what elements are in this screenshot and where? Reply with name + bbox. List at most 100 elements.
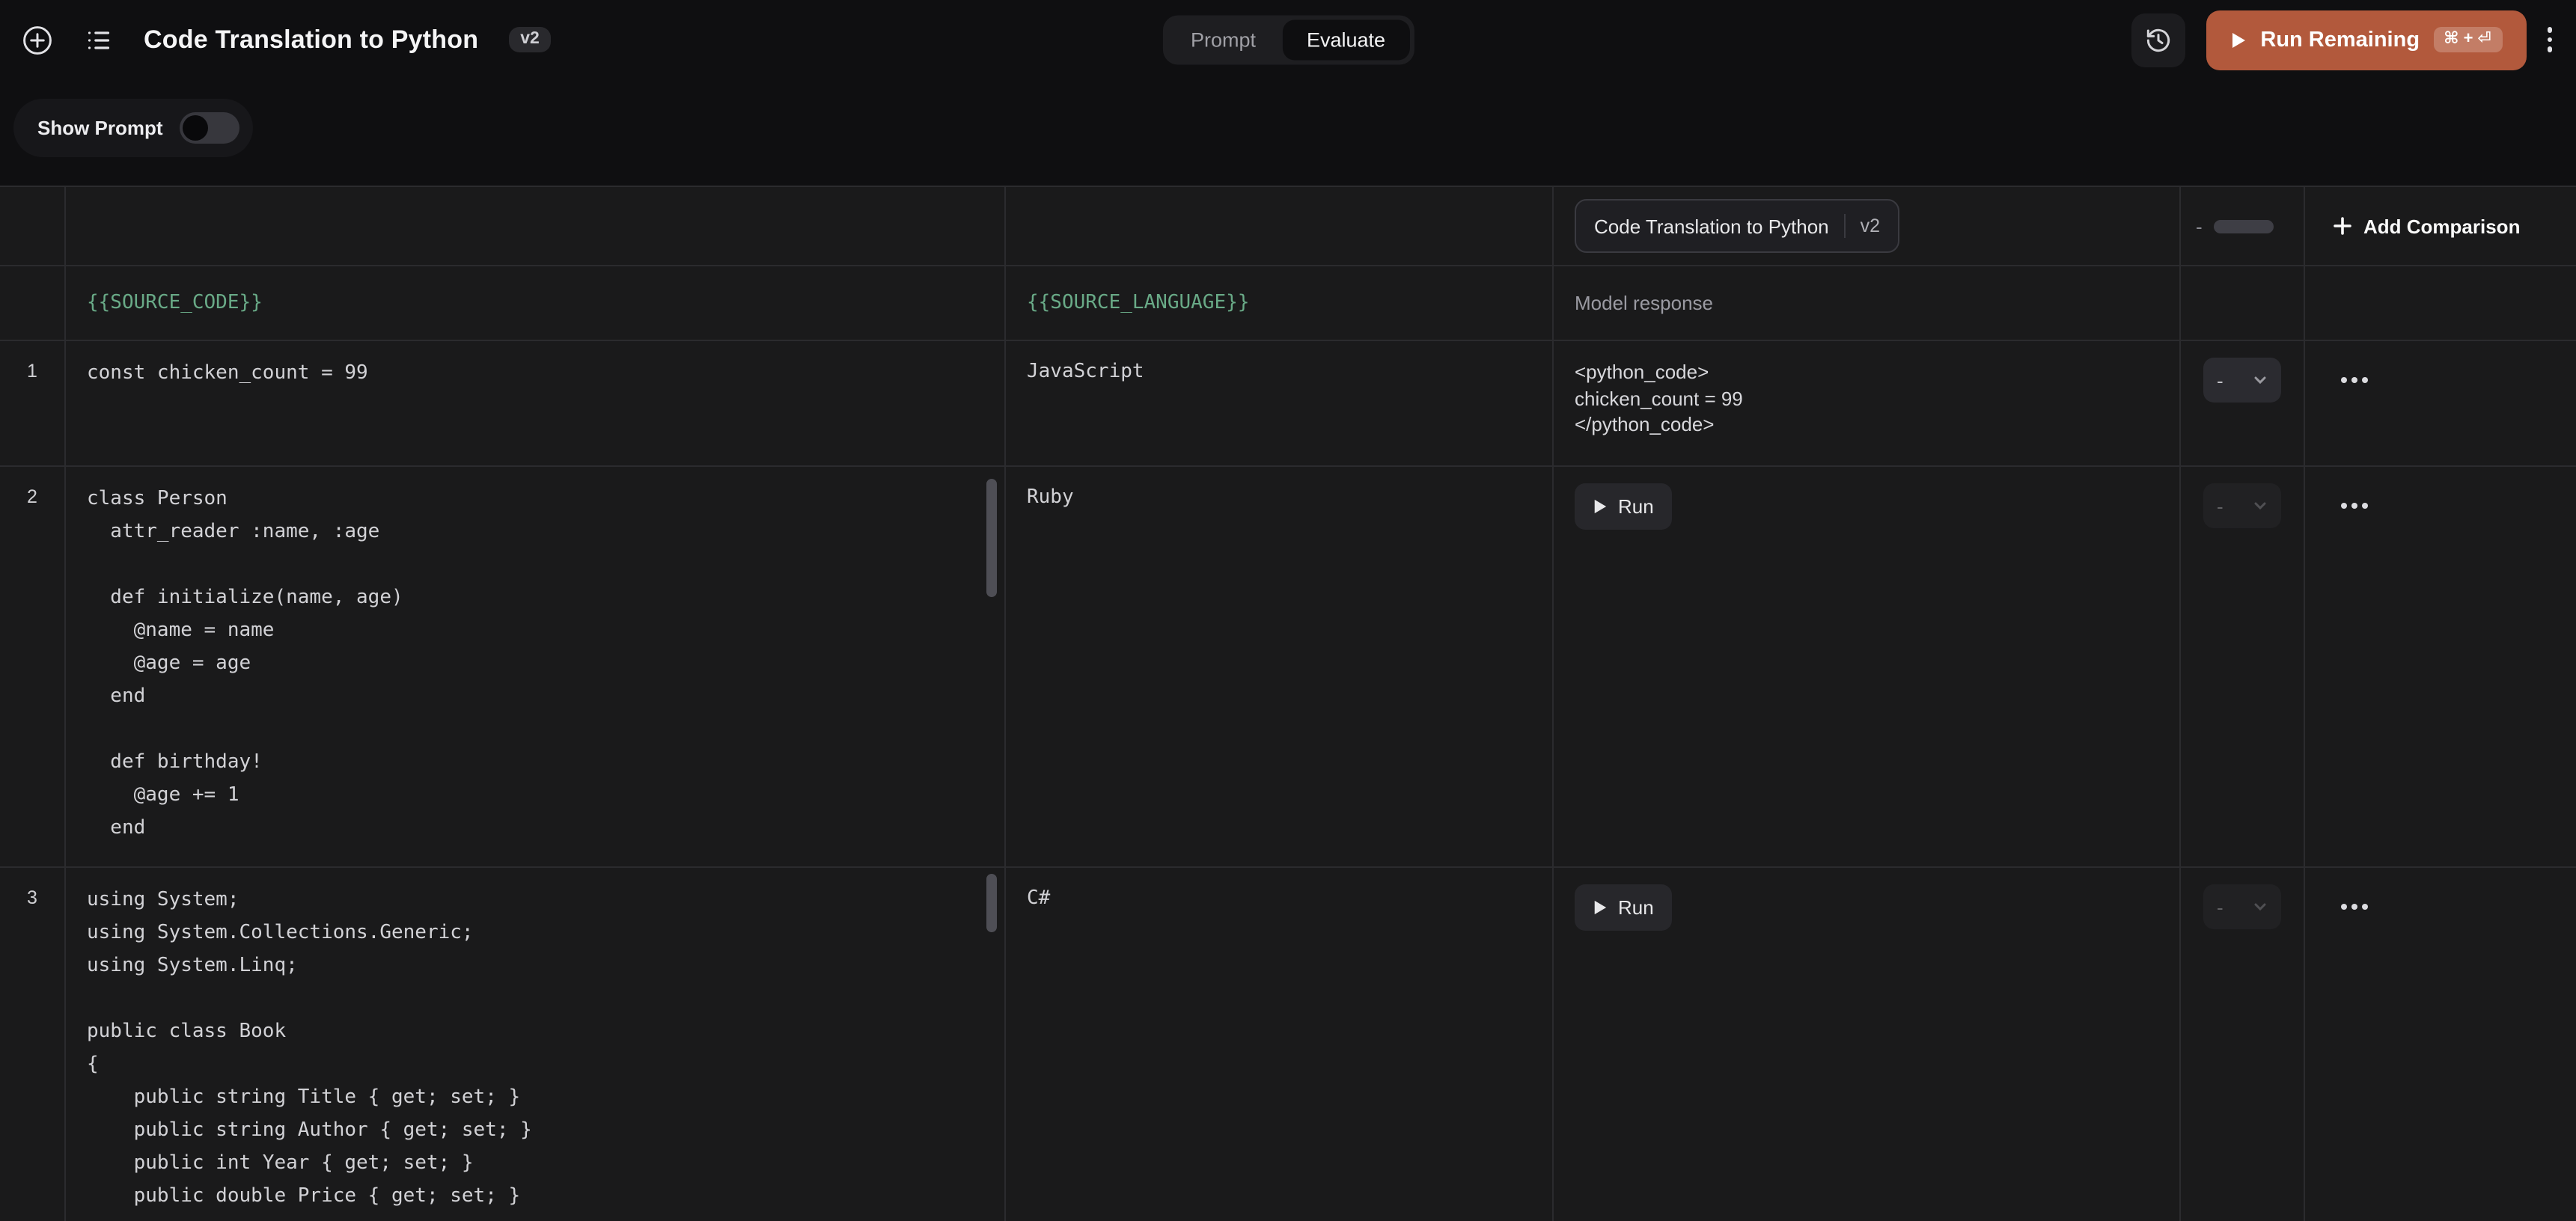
source-code-cell[interactable]: class Person attr_reader :name, :age def…	[66, 467, 1006, 866]
score-value: -	[2217, 369, 2224, 391]
empty-cell	[2305, 266, 2576, 340]
row-actions-cell	[2305, 341, 2576, 465]
model-response-cell: Run	[1554, 467, 2181, 866]
source-language-text: Ruby	[1006, 467, 1552, 530]
top-bar: Code Translation to Python v2 Prompt Eva…	[0, 0, 2576, 79]
source-code-text: const chicken_count = 99	[66, 341, 1004, 407]
chevron-down-icon	[2253, 373, 2268, 388]
run-row-label: Run	[1618, 896, 1654, 919]
play-icon	[2230, 31, 2247, 49]
selector-version: v2	[1861, 215, 1880, 236]
empty-cell	[0, 187, 66, 265]
ellipsis-icon	[2341, 904, 2368, 910]
row-number: 1	[0, 341, 66, 465]
add-comparison-cell: Add Comparison	[2305, 187, 2576, 265]
row-actions-cell	[2305, 868, 2576, 1221]
source-code-text: using System; using System.Collections.G…	[66, 868, 1004, 1221]
prompt-selector-cell: Code Translation to Python v2	[1554, 187, 2181, 265]
play-icon	[1593, 899, 1608, 916]
top-bar-left: Code Translation to Python v2	[21, 23, 552, 56]
score-cell: -	[2181, 467, 2305, 866]
empty-cell	[66, 187, 1006, 265]
version-badge: v2	[508, 27, 552, 53]
show-prompt-label: Show Prompt	[37, 117, 163, 139]
column-header-source-code: {{SOURCE_CODE}}	[66, 266, 1006, 340]
run-row-label: Run	[1618, 495, 1654, 518]
history-button[interactable]	[2131, 13, 2185, 67]
column-header-source-language: {{SOURCE_LANGUAGE}}	[1006, 266, 1554, 340]
comparison-header-row: Code Translation to Python v2 - Add Comp…	[0, 187, 2576, 266]
overflow-menu-button[interactable]	[2547, 28, 2552, 52]
source-language-cell[interactable]: JavaScript	[1006, 341, 1554, 465]
history-icon	[2143, 25, 2173, 55]
row-menu-button[interactable]	[2341, 503, 2368, 509]
model-response-cell[interactable]: <python_code> chicken_count = 99 </pytho…	[1554, 341, 2181, 465]
prompt-list-button[interactable]	[84, 25, 114, 55]
tab-evaluate[interactable]: Evaluate	[1283, 19, 1409, 61]
score-summary-cell: -	[2181, 187, 2305, 265]
model-response-cell: Run	[1554, 868, 2181, 1221]
page-title: Code Translation to Python	[144, 25, 478, 55]
row-actions-cell	[2305, 467, 2576, 866]
plus-icon	[2332, 215, 2353, 236]
show-prompt-group: Show Prompt	[13, 99, 253, 157]
model-response-text: <python_code> chicken_count = 99 </pytho…	[1554, 341, 2179, 456]
empty-cell	[1006, 187, 1554, 265]
column-header-model-response: Model response	[1554, 266, 2181, 340]
empty-cell	[2181, 266, 2305, 340]
toggle-knob	[183, 115, 208, 141]
source-language-text: C#	[1006, 868, 1552, 931]
plus-circle-icon	[21, 23, 54, 56]
new-item-button[interactable]	[21, 23, 54, 56]
source-code-cell[interactable]: using System; using System.Collections.G…	[66, 868, 1006, 1221]
score-value: -	[2217, 896, 2224, 918]
score-dropdown[interactable]: -	[2203, 483, 2281, 528]
add-comparison-label: Add Comparison	[2363, 215, 2520, 237]
chevron-down-icon	[2253, 899, 2268, 914]
row-number: 3	[0, 868, 66, 1221]
evaluation-table: Code Translation to Python v2 - Add Comp…	[0, 186, 2576, 1221]
score-cell: -	[2181, 868, 2305, 1221]
source-language-cell[interactable]: C#	[1006, 868, 1554, 1221]
prompt-version-selector[interactable]: Code Translation to Python v2	[1575, 199, 1899, 253]
score-dropdown[interactable]: -	[2203, 884, 2281, 929]
column-header-row: {{SOURCE_CODE}} {{SOURCE_LANGUAGE}} Mode…	[0, 266, 2576, 341]
score-summary-value: -	[2196, 215, 2203, 237]
kebab-menu-icon	[2547, 28, 2552, 52]
source-code-cell[interactable]: const chicken_count = 99	[66, 341, 1006, 465]
evaluation-workbench: Code Translation to Python v2 Prompt Eva…	[0, 0, 2576, 1221]
selector-divider	[1844, 214, 1846, 238]
run-row-button[interactable]: Run	[1575, 483, 1672, 530]
add-comparison-button[interactable]: Add Comparison	[2332, 215, 2520, 237]
chevron-down-icon	[2253, 498, 2268, 513]
table-row: 3 using System; using System.Collections…	[0, 868, 2576, 1221]
sub-bar: Show Prompt	[13, 99, 2576, 157]
scrollbar-thumb[interactable]	[986, 479, 997, 597]
score-dropdown[interactable]: -	[2203, 358, 2281, 403]
show-prompt-toggle[interactable]	[180, 112, 239, 144]
score-summary-bar	[2215, 219, 2274, 233]
run-remaining-label: Run Remaining	[2260, 28, 2420, 52]
score-cell: -	[2181, 341, 2305, 465]
row-menu-button[interactable]	[2341, 377, 2368, 383]
score-value: -	[2217, 495, 2224, 517]
row-menu-button[interactable]	[2341, 904, 2368, 910]
tab-prompt[interactable]: Prompt	[1167, 19, 1280, 61]
table-row: 2 class Person attr_reader :name, :age d…	[0, 467, 2576, 868]
source-language-text: JavaScript	[1006, 341, 1552, 404]
top-bar-right: Run Remaining ⌘ + ⏎	[2131, 10, 2552, 70]
mode-tabs: Prompt Evaluate	[1162, 15, 1414, 65]
empty-cell	[0, 266, 66, 340]
shortcut-badge: ⌘ + ⏎	[2433, 27, 2502, 52]
source-language-cell[interactable]: Ruby	[1006, 467, 1554, 866]
ellipsis-icon	[2341, 377, 2368, 383]
list-icon	[84, 25, 114, 55]
play-icon	[1593, 498, 1608, 515]
row-number: 2	[0, 467, 66, 866]
run-remaining-button[interactable]: Run Remaining ⌘ + ⏎	[2206, 10, 2526, 70]
run-row-button[interactable]: Run	[1575, 884, 1672, 931]
table-row: 1 const chicken_count = 99 JavaScript <p…	[0, 341, 2576, 467]
source-code-text: class Person attr_reader :name, :age def…	[66, 467, 1004, 862]
scrollbar-thumb[interactable]	[986, 874, 997, 932]
selector-prompt-name: Code Translation to Python	[1594, 215, 1829, 237]
